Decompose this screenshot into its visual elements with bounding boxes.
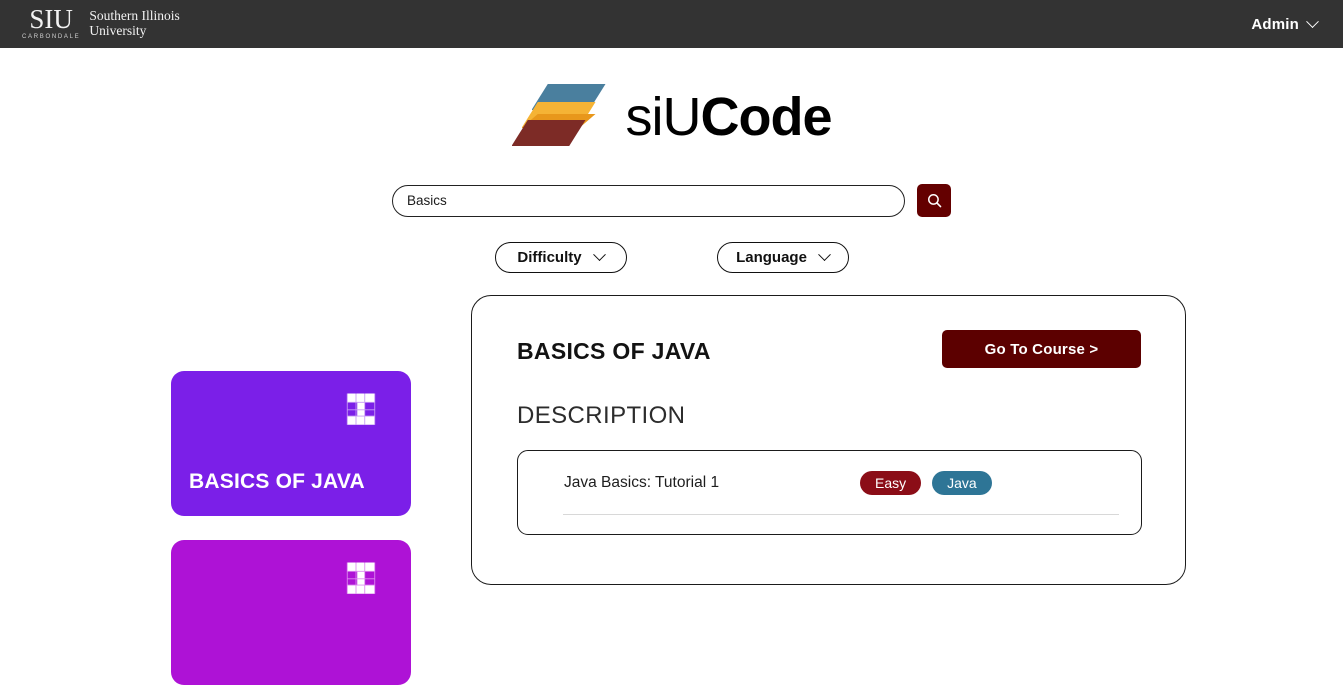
filter-bar: Difficulty Language xyxy=(0,242,1343,273)
siu-university-logo[interactable]: SIU CARBONDALE Southern Illinois Univers… xyxy=(22,4,180,42)
language-badge: Java xyxy=(932,471,992,495)
siu-logo-campus: CARBONDALE xyxy=(22,34,81,40)
brand-title: siUCode xyxy=(625,87,833,147)
main-content: BASICS OF JAVA BASICS OF JAVA Go To Cour… xyxy=(0,287,1343,685)
top-navigation-bar: SIU CARBONDALE Southern Illinois Univers… xyxy=(0,0,1343,48)
difficulty-badge: Easy xyxy=(860,471,922,495)
siu-wordmark-line1: Southern Illinois xyxy=(89,8,180,23)
tutorial-divider xyxy=(563,514,1119,515)
go-to-course-button[interactable]: Go To Course > xyxy=(942,330,1141,368)
siucode-brand[interactable]: siUCode xyxy=(511,84,833,150)
course-card-title: BASICS OF JAVA xyxy=(189,470,365,493)
image-placeholder-icon xyxy=(346,562,376,594)
chevron-down-icon xyxy=(1306,14,1319,28)
brand-title-bold: Code xyxy=(700,87,833,147)
description-heading: DESCRIPTION xyxy=(517,402,686,429)
siu-wordmark-line2: University xyxy=(89,23,147,38)
course-card-basics-of-java[interactable]: BASICS OF JAVA xyxy=(171,371,411,516)
search-icon xyxy=(927,194,941,208)
course-results-list: BASICS OF JAVA xyxy=(171,371,411,685)
image-placeholder-icon xyxy=(346,393,376,425)
chevron-down-icon xyxy=(818,248,831,262)
siu-logo-letters: SIU xyxy=(29,4,73,34)
stacked-layers-logo-icon xyxy=(511,84,610,150)
brand-title-light: siU xyxy=(625,87,702,147)
siu-logo-mark: SIU CARBONDALE xyxy=(22,4,81,42)
tutorial-list: Java Basics: Tutorial 1 Easy Java xyxy=(517,450,1142,535)
search-button[interactable] xyxy=(917,184,951,217)
search-bar xyxy=(0,184,1343,217)
course-detail-header: BASICS OF JAVA Go To Course > xyxy=(517,330,1141,368)
difficulty-filter-label: Difficulty xyxy=(517,249,582,266)
brand-header: siUCode xyxy=(0,84,1343,150)
language-filter-label: Language xyxy=(736,249,807,266)
tutorial-name: Java Basics: Tutorial 1 xyxy=(564,474,720,491)
search-input[interactable] xyxy=(392,184,905,217)
course-detail-title: BASICS OF JAVA xyxy=(517,338,711,364)
admin-account-menu[interactable]: Admin xyxy=(1251,14,1319,33)
logo-layer-bottom xyxy=(511,120,586,146)
difficulty-filter-dropdown[interactable]: Difficulty xyxy=(494,242,627,273)
language-filter-dropdown[interactable]: Language xyxy=(716,242,849,273)
tutorial-row[interactable]: Java Basics: Tutorial 1 Easy Java xyxy=(564,471,1119,495)
siu-wordmark: Southern Illinois University xyxy=(89,7,179,38)
course-card-secondary[interactable] xyxy=(171,540,411,685)
admin-account-label: Admin xyxy=(1251,15,1299,33)
chevron-down-icon xyxy=(592,248,606,262)
course-detail-panel: BASICS OF JAVA Go To Course > DESCRIPTIO… xyxy=(471,295,1186,585)
